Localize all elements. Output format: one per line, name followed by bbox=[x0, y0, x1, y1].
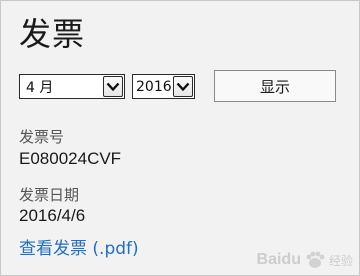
invoice-date-value: 2016/4/6 bbox=[19, 206, 86, 225]
baidu-watermark: Baidu 经验 bbox=[257, 249, 353, 271]
invoice-number-label: 发票号 bbox=[19, 128, 65, 146]
year-select-value: 2016 bbox=[136, 78, 172, 95]
month-select-value: 4 月 bbox=[26, 79, 54, 96]
view-invoice-pdf-link[interactable]: 查看发票 (.pdf) bbox=[19, 234, 139, 259]
year-select[interactable]: 2016 bbox=[132, 74, 195, 99]
invoice-panel: 发票 4 月 2016 显示 发票号 E080024CVF 发票日期 2016/… bbox=[0, 0, 360, 276]
invoice-date-label: 发票日期 bbox=[19, 186, 80, 204]
chevron-down-icon[interactable] bbox=[103, 76, 123, 97]
invoice-number-value: E080024CVF bbox=[19, 149, 122, 168]
chevron-down-icon[interactable] bbox=[173, 76, 193, 97]
page-title: 发票 bbox=[19, 15, 86, 53]
paw-icon bbox=[306, 251, 325, 268]
show-button[interactable]: 显示 bbox=[214, 70, 336, 102]
watermark-text: Baidu bbox=[256, 251, 301, 268]
month-select[interactable]: 4 月 bbox=[19, 74, 125, 99]
watermark-sub: 经验 bbox=[328, 253, 353, 268]
